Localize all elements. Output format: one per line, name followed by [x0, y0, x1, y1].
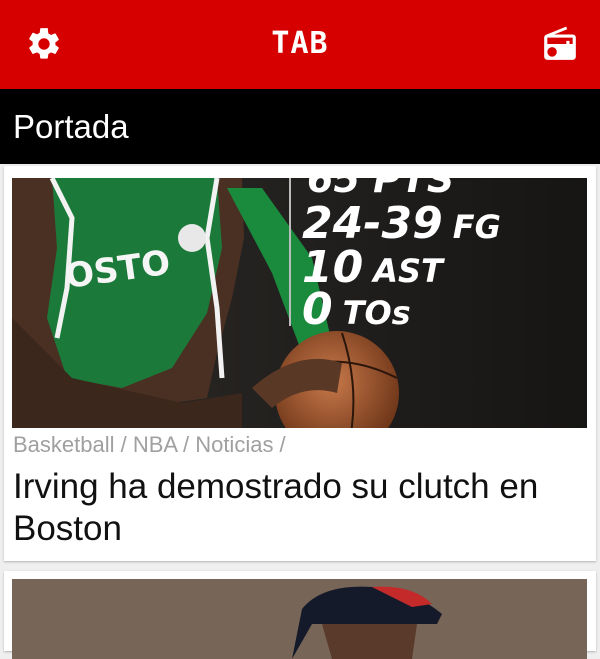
- radio-icon[interactable]: [538, 22, 582, 66]
- article-image[interactable]: OSTO 65 PTS 24-39 FG 10 AST 0 TOs: [12, 178, 587, 428]
- article-card[interactable]: OSTO 65 PTS 24-39 FG 10 AST 0 TOs Basketbal…: [4, 166, 596, 561]
- article-card[interactable]: [4, 571, 596, 659]
- app-logo[interactable]: TAB: [271, 26, 328, 61]
- article-image[interactable]: [12, 579, 587, 659]
- section-header: Portada: [0, 89, 600, 164]
- settings-icon[interactable]: [22, 22, 66, 66]
- app-bar: TAB: [0, 0, 600, 89]
- article-category[interactable]: Basketball / NBA / Noticias /: [13, 432, 286, 458]
- section-title: Portada: [13, 107, 129, 145]
- article-title[interactable]: Irving ha demostrado su clutch en Boston: [13, 466, 583, 550]
